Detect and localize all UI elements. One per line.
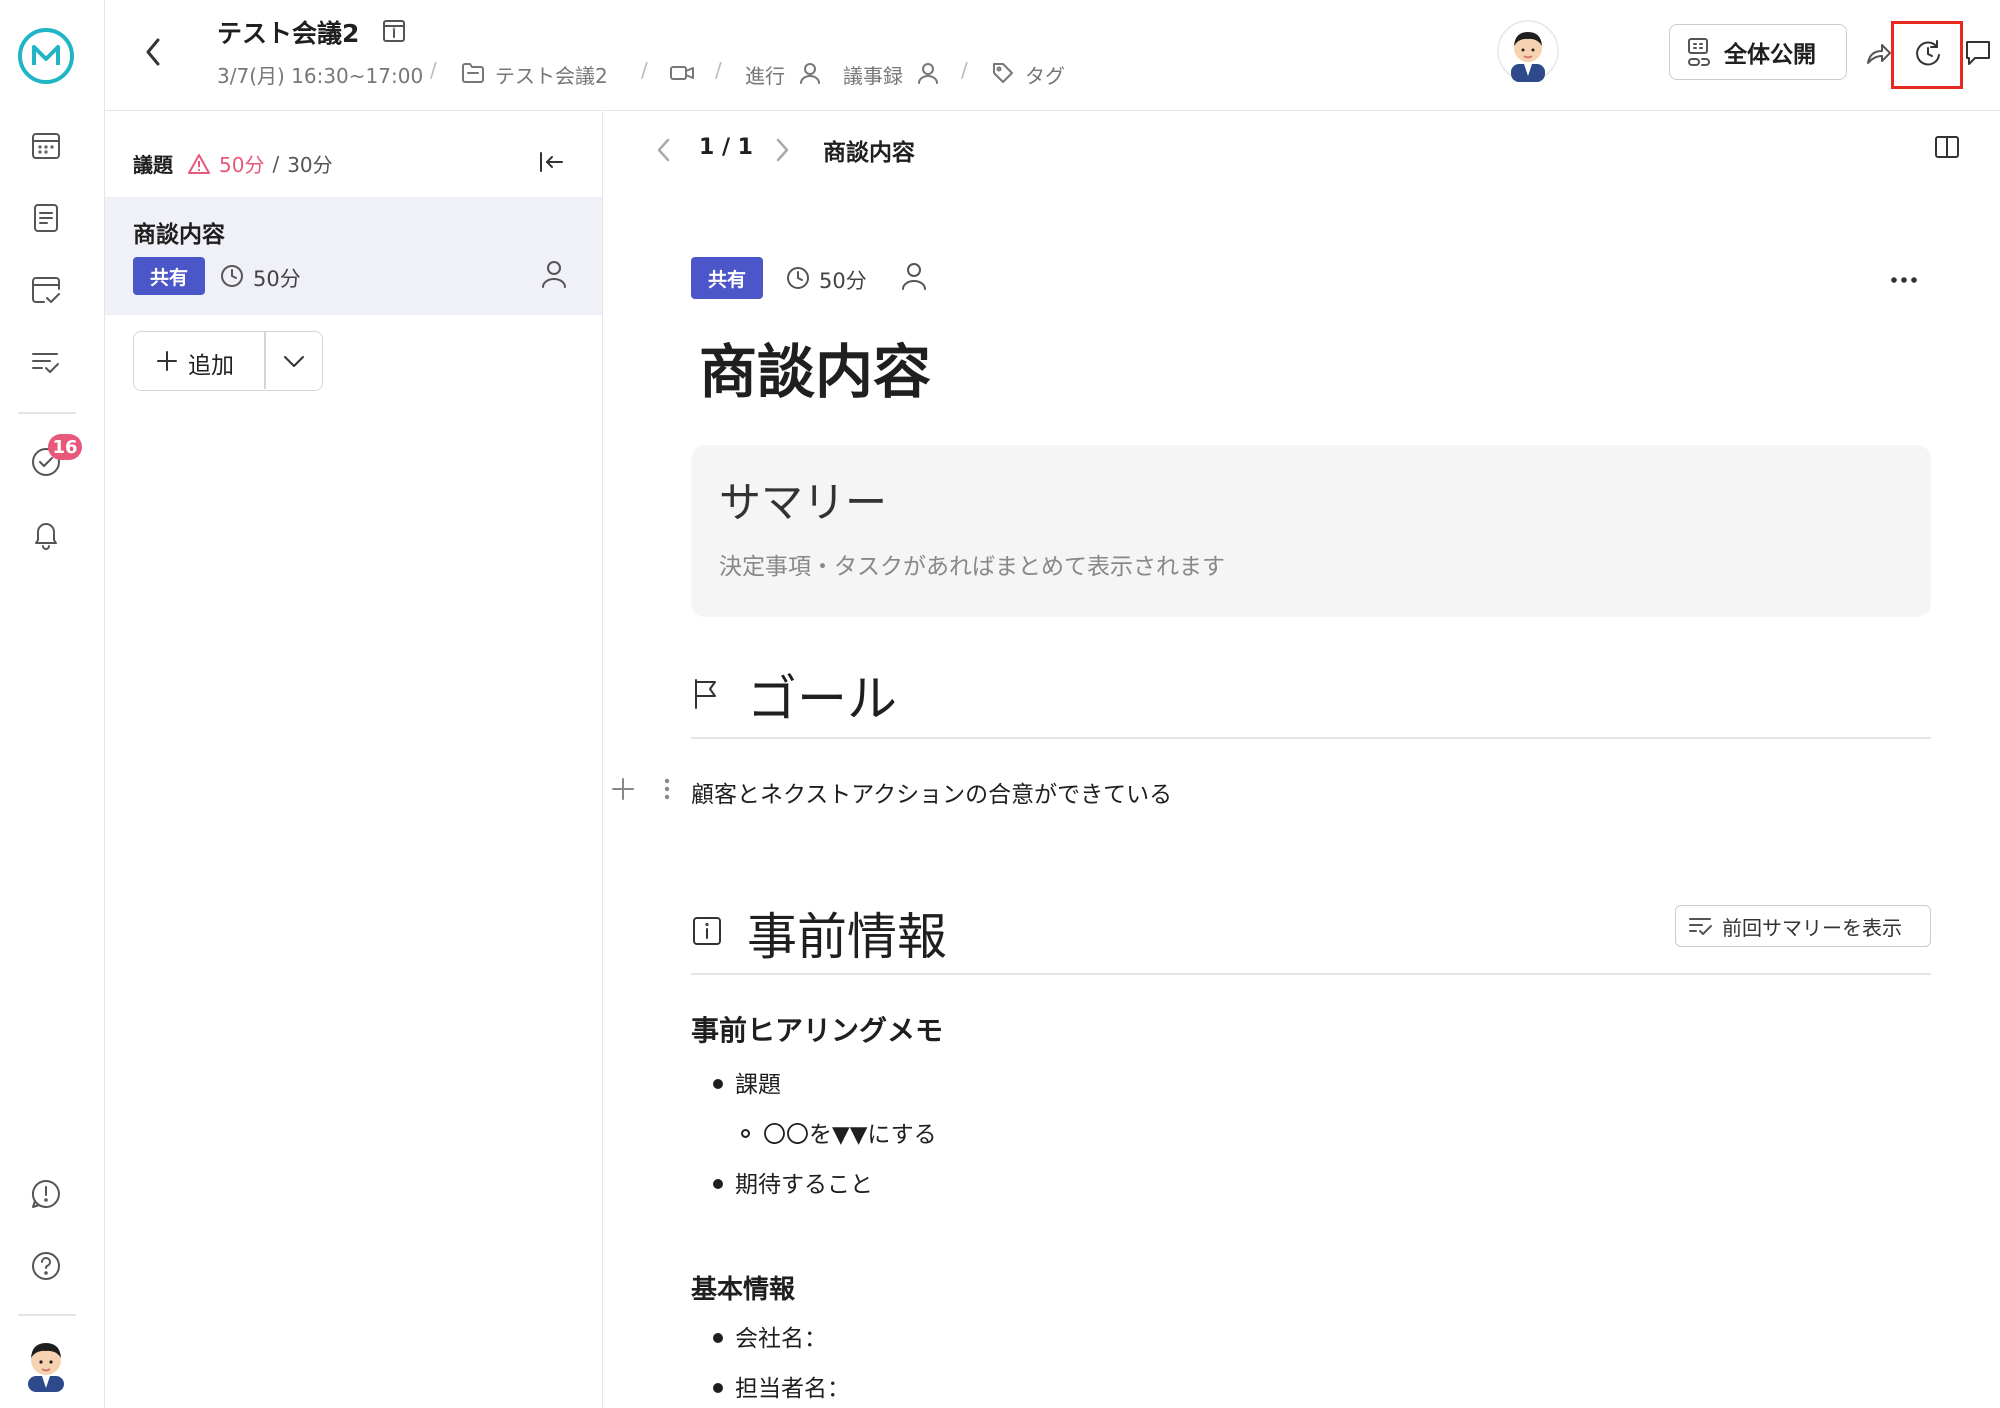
goal-text[interactable]: 顧客とネクストアクションの合意ができている: [691, 775, 1172, 809]
document-icon[interactable]: [26, 198, 66, 238]
bullet-dot: [713, 1333, 723, 1343]
goal-divider: [691, 737, 1931, 739]
doc-title[interactable]: 商談内容: [699, 325, 931, 409]
basic-info-item[interactable]: 担当者名：: [735, 1369, 850, 1403]
collapse-panel-icon[interactable]: [537, 149, 565, 175]
hearing-heading[interactable]: 事前ヒアリングメモ: [691, 1009, 943, 1049]
tag-icon[interactable]: [991, 61, 1015, 85]
plus-icon: [156, 350, 178, 372]
help-icon[interactable]: [26, 1246, 66, 1286]
bell-icon[interactable]: [26, 514, 66, 554]
app-logo-icon[interactable]: [16, 26, 76, 86]
info-icon: [691, 915, 723, 947]
hearing-item[interactable]: 期待すること: [735, 1165, 873, 1199]
next-page-chevron-icon[interactable]: [773, 137, 791, 163]
public-label: 全体公開: [1724, 42, 1816, 68]
flag-icon: [691, 677, 723, 711]
meta-separator: /: [715, 58, 722, 82]
bullet-dot: [713, 1179, 723, 1189]
goal-heading[interactable]: ゴール: [747, 659, 897, 731]
facilitator-label[interactable]: 進行: [745, 60, 785, 89]
share-arrow-icon[interactable]: [1865, 40, 1893, 66]
meta-separator: /: [430, 58, 437, 82]
calendar-check-icon[interactable]: [26, 270, 66, 310]
add-button-divider: [264, 332, 266, 389]
prev-summary-icon: [1688, 915, 1714, 937]
feedback-icon[interactable]: [26, 1174, 66, 1214]
basic-info-item[interactable]: 会社名：: [735, 1319, 827, 1353]
rail-divider-bottom: [18, 1314, 76, 1316]
left-rail: 16: [0, 0, 105, 1408]
agenda-header: 議題 50分 / 30分: [133, 149, 333, 178]
agenda-item-share-tag[interactable]: 共有: [133, 257, 205, 295]
agenda-item[interactable]: 商談内容 共有 50分: [105, 197, 602, 315]
calendar-icon[interactable]: [26, 126, 66, 166]
add-agenda-button[interactable]: 追加: [133, 331, 323, 391]
video-icon[interactable]: [669, 64, 695, 82]
bullet-dot: [713, 1079, 723, 1089]
doc-share-tag[interactable]: 共有: [691, 257, 763, 299]
prev-page-chevron-icon[interactable]: [655, 137, 673, 163]
task-list-icon[interactable]: [26, 342, 66, 382]
agenda-total-time: 50分: [219, 153, 265, 177]
public-link-icon: [1686, 37, 1712, 67]
agenda-item-title: 商談内容: [133, 222, 225, 248]
agenda-item-assignee-icon[interactable]: [540, 259, 568, 289]
chevron-down-icon[interactable]: [282, 352, 306, 370]
agenda-label: 議題: [133, 153, 173, 177]
page-indicator: 1 / 1: [699, 135, 753, 160]
summary-heading: サマリー: [719, 478, 888, 527]
agenda-time-separator: /: [272, 151, 280, 176]
prev-summary-button[interactable]: 前回サマリーを表示: [1675, 905, 1931, 947]
agenda-item-duration: 50分: [253, 267, 301, 291]
document-area: 1 / 1 商談内容 共有 50分 商談内容 サマリー 決定事項・タスクがあれば…: [603, 111, 2000, 1408]
breadcrumb-title: 商談内容: [823, 140, 915, 166]
comment-icon[interactable]: [1963, 38, 1993, 68]
meeting-datetime[interactable]: 3/7(月) 16:30~17:00: [217, 60, 423, 89]
doc-assignee-icon[interactable]: [900, 261, 928, 291]
meeting-info-icon[interactable]: [381, 18, 407, 44]
hearing-subitem[interactable]: 〇〇を▼▼にする: [763, 1115, 937, 1149]
meeting-header: テスト会議2 3/7(月) 16:30~17:00 / テスト会議2 / / 進…: [105, 0, 2000, 111]
meta-separator: /: [961, 58, 968, 82]
rail-divider: [18, 412, 76, 414]
bullet-circle: [741, 1129, 750, 1138]
doc-more-icon[interactable]: [1889, 275, 1919, 285]
folder-icon: [461, 62, 485, 84]
meta-separator: /: [641, 58, 648, 82]
agenda-planned-time: 30分: [287, 153, 333, 177]
minutes-person-icon[interactable]: [917, 62, 939, 84]
tag-label[interactable]: タグ: [1025, 60, 1065, 89]
hearing-item[interactable]: 課題: [735, 1065, 781, 1099]
minutes-label[interactable]: 議事録: [843, 60, 903, 89]
summary-placeholder: 決定事項・タスクがあればまとめて表示されます: [719, 554, 1225, 580]
doc-clock-icon: [785, 265, 811, 291]
notification-badge: 16: [48, 434, 82, 460]
clock-icon: [219, 263, 245, 289]
basic-info-heading[interactable]: 基本情報: [691, 1269, 795, 1306]
prior-info-heading[interactable]: 事前情報: [747, 897, 947, 969]
back-chevron-icon[interactable]: [141, 36, 165, 68]
add-block-plus-icon[interactable]: [611, 777, 635, 801]
prior-info-divider: [691, 973, 1931, 975]
user-avatar[interactable]: [20, 1336, 72, 1392]
summary-box: サマリー 決定事項・タスクがあればまとめて表示されます: [691, 445, 1931, 617]
prev-summary-label: 前回サマリーを表示: [1722, 915, 1902, 940]
split-view-icon[interactable]: [1933, 133, 1961, 161]
highlight-box: [1891, 21, 1963, 89]
participant-avatar[interactable]: [1497, 20, 1559, 82]
bullet-dot: [713, 1383, 723, 1393]
drag-handle-icon[interactable]: [663, 777, 671, 801]
warning-icon: [187, 153, 211, 175]
public-visibility-button[interactable]: 全体公開: [1669, 24, 1847, 80]
meeting-folder[interactable]: テスト会議2: [495, 60, 608, 89]
add-label: 追加: [188, 353, 234, 379]
agenda-panel: 議題 50分 / 30分 商談内容 共有 50分 追加: [105, 111, 603, 1408]
facilitator-person-icon[interactable]: [799, 62, 821, 84]
doc-duration: 50分: [819, 269, 867, 293]
meeting-title[interactable]: テスト会議2: [217, 14, 359, 50]
